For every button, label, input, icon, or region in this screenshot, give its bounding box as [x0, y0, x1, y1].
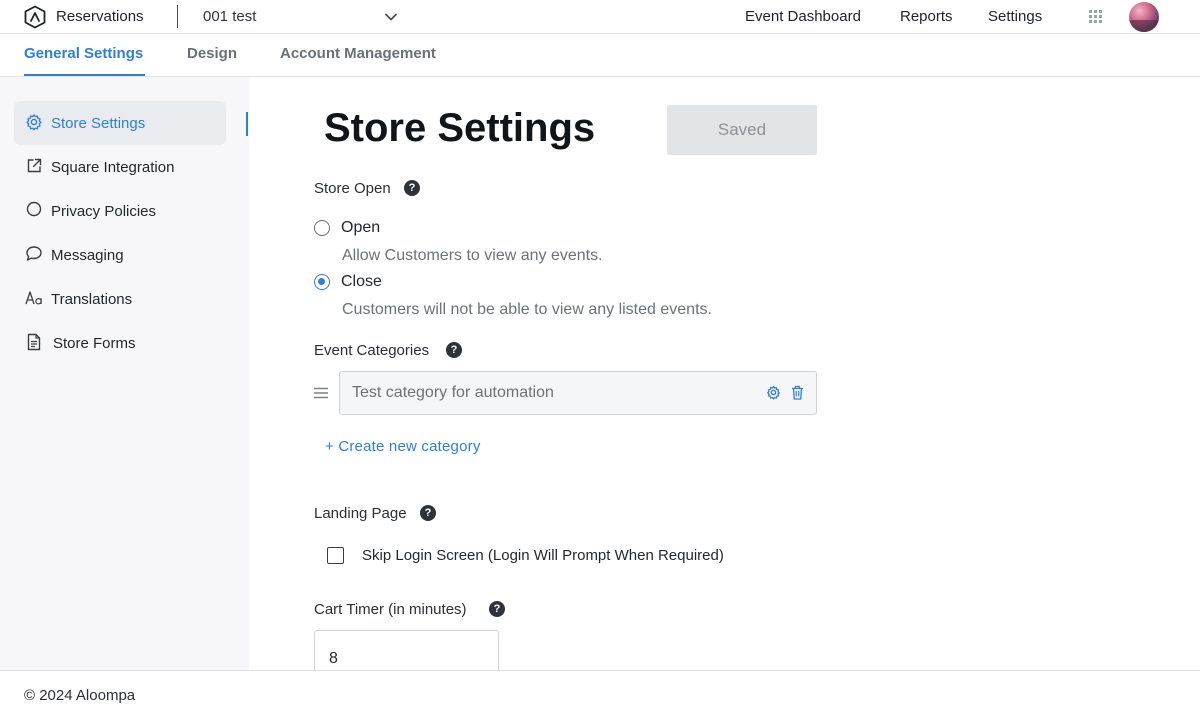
apps-grid-icon[interactable] — [1089, 10, 1103, 24]
trash-icon[interactable] — [791, 385, 804, 400]
sidebar-item-translations[interactable]: Translations — [14, 277, 226, 321]
radio-open-description: Allow Customers to view any events. — [342, 247, 603, 264]
active-tab-indicator — [24, 74, 145, 76]
skip-login-label[interactable]: Skip Login Screen (Login Will Prompt Whe… — [362, 547, 724, 564]
radio-close[interactable] — [314, 274, 330, 290]
category-name: Test category for automation — [352, 384, 554, 401]
copyright-text: © 2024 Aloompa — [24, 687, 136, 704]
external-link-icon — [27, 158, 42, 173]
page-title: Store Settings — [324, 106, 596, 150]
help-icon[interactable]: ? — [404, 180, 420, 196]
cart-timer-label: Cart Timer (in minutes) — [314, 601, 467, 618]
sidebar-item-store-settings[interactable]: Store Settings — [14, 101, 226, 145]
sidebar-item-messaging[interactable]: Messaging — [14, 233, 226, 277]
sidebar-item-square-integration[interactable]: Square Integration — [14, 145, 226, 189]
circle-icon — [26, 201, 42, 217]
settings-tabs: General Settings Design Account Manageme… — [0, 34, 1200, 77]
drag-handle-icon[interactable] — [314, 387, 328, 399]
radio-open-label[interactable]: Open — [341, 219, 380, 237]
chat-bubble-icon — [26, 246, 42, 261]
text-size-icon — [25, 291, 42, 305]
chevron-down-icon[interactable] — [384, 10, 398, 24]
app-logo-icon[interactable] — [23, 5, 47, 29]
sidebar-item-label: Store Forms — [53, 335, 136, 352]
sidebar-item-label: Privacy Policies — [51, 203, 157, 220]
landing-page-label: Landing Page — [314, 505, 407, 522]
sidebar-active-indicator — [246, 112, 248, 136]
sidebar-item-privacy-policies[interactable]: Privacy Policies — [14, 189, 226, 233]
user-avatar[interactable] — [1129, 2, 1159, 32]
gear-icon — [26, 114, 42, 131]
sidebar-item-label: Translations — [51, 291, 133, 308]
nav-reports[interactable]: Reports — [900, 8, 953, 25]
gear-icon[interactable] — [766, 385, 781, 400]
top-bar: Reservations 001 test Event Dashboard Re… — [0, 0, 1200, 34]
header-divider — [177, 5, 178, 28]
tab-general-settings[interactable]: General Settings — [24, 45, 143, 62]
sidebar-item-label: Store Settings — [51, 115, 146, 132]
footer: © 2024 Aloompa — [0, 670, 1200, 720]
nav-event-dashboard[interactable]: Event Dashboard — [745, 8, 861, 25]
create-category-link[interactable]: + Create new category — [325, 438, 481, 455]
radio-close-label[interactable]: Close — [341, 273, 382, 291]
help-icon[interactable]: ? — [446, 342, 462, 358]
settings-sidebar: Store Settings Square Integration Privac… — [0, 77, 249, 670]
tab-design[interactable]: Design — [187, 45, 237, 62]
store-open-label: Store Open — [314, 180, 391, 197]
sidebar-item-label: Square Integration — [51, 159, 175, 176]
help-icon[interactable]: ? — [420, 505, 436, 521]
skip-login-checkbox[interactable] — [327, 547, 344, 564]
app-title[interactable]: Reservations — [56, 8, 144, 25]
radio-close-description: Customers will not be able to view any l… — [342, 301, 712, 318]
category-item[interactable]: Test category for automation — [339, 371, 817, 415]
nav-settings[interactable]: Settings — [988, 8, 1042, 25]
document-icon — [27, 333, 41, 351]
event-categories-label: Event Categories — [314, 342, 430, 359]
sidebar-item-store-forms[interactable]: Store Forms — [14, 321, 226, 365]
saved-button[interactable]: Saved — [667, 105, 817, 155]
store-selector[interactable]: 001 test — [203, 8, 256, 25]
tab-account-management[interactable]: Account Management — [280, 45, 436, 62]
help-icon[interactable]: ? — [489, 601, 505, 617]
radio-open[interactable] — [314, 220, 330, 236]
sidebar-item-label: Messaging — [51, 247, 124, 264]
